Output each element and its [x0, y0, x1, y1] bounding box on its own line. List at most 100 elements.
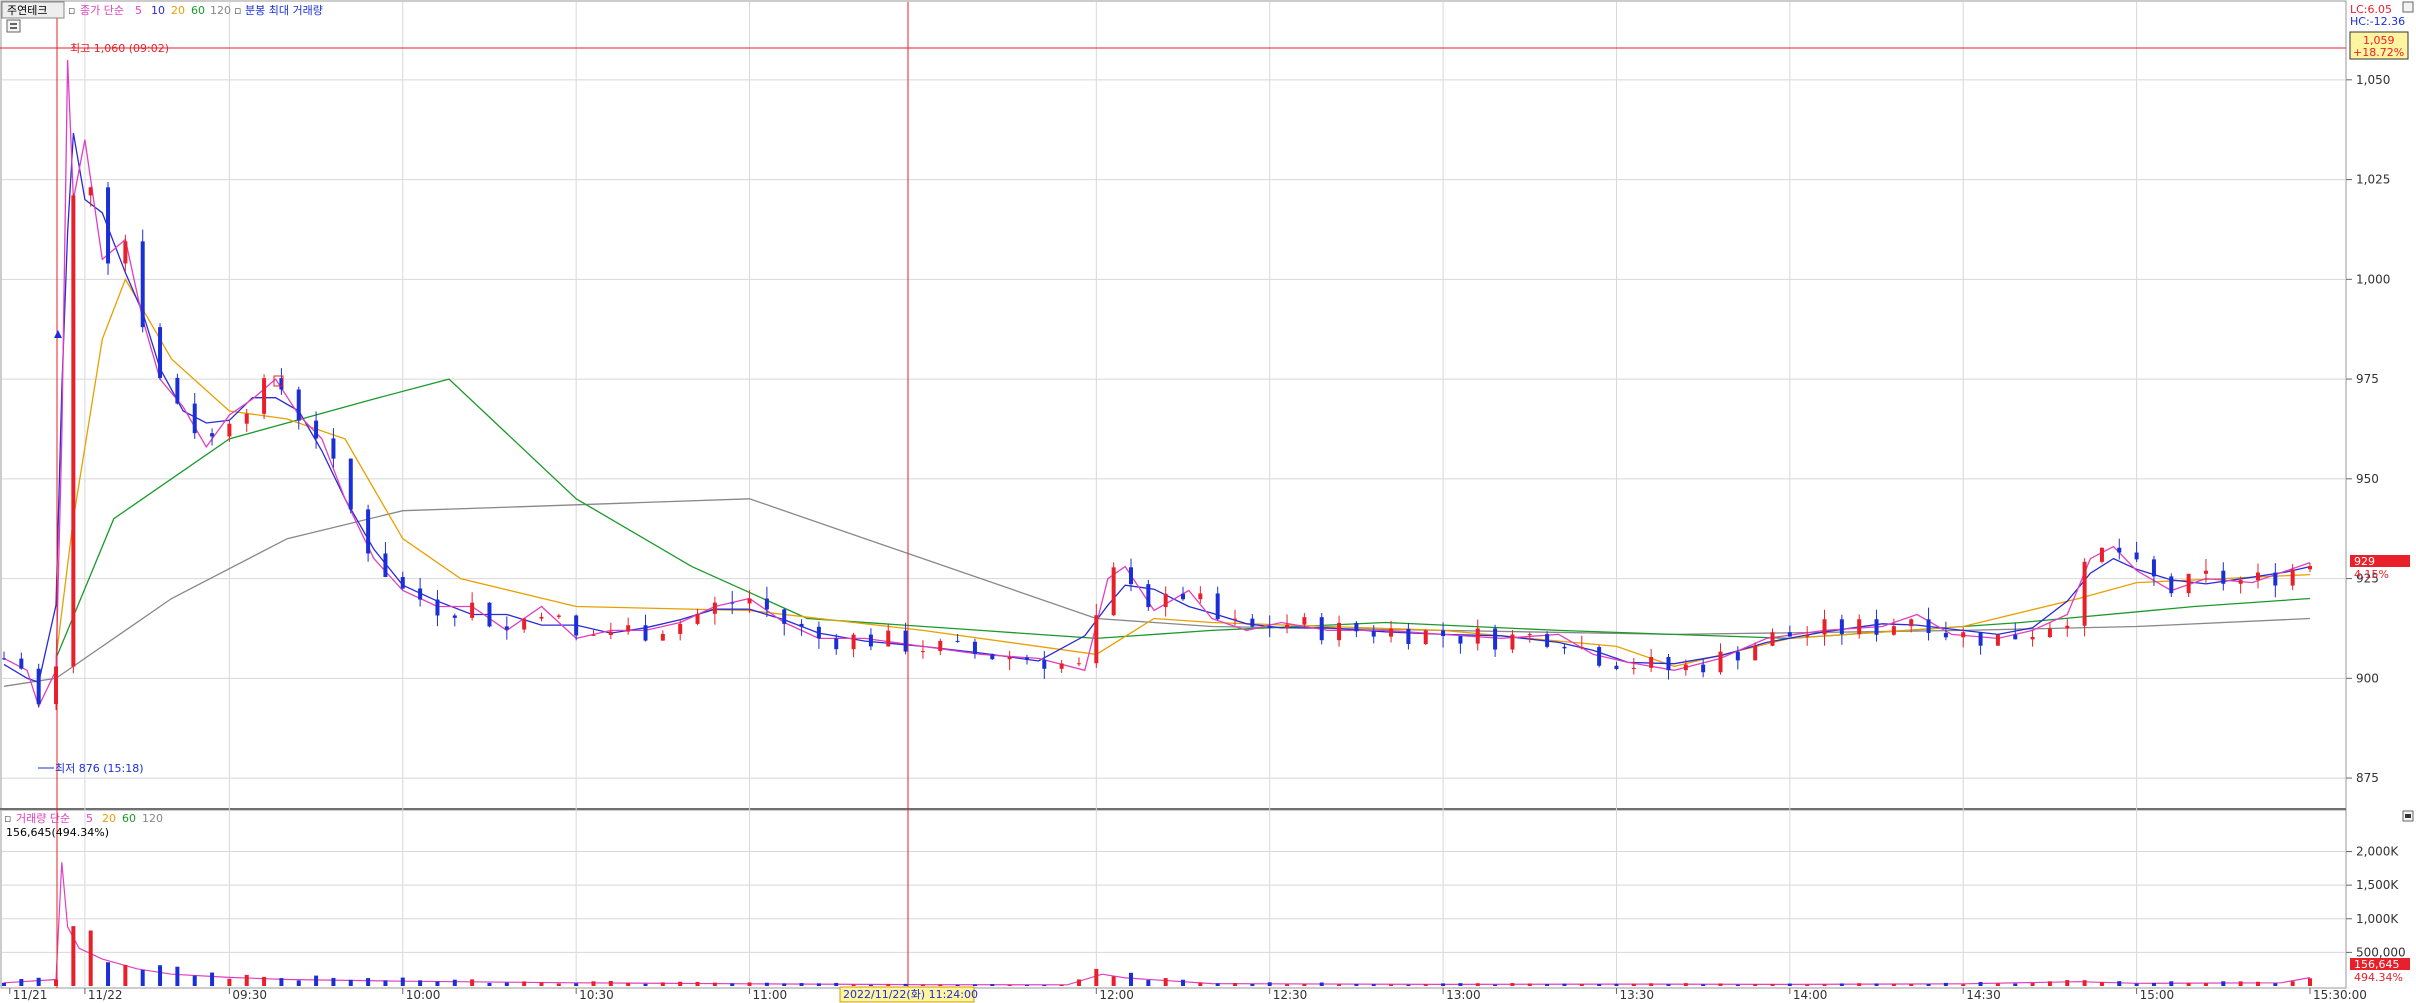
current-price: 929 — [2354, 555, 2375, 568]
candle-body — [938, 640, 943, 652]
volume-bar — [712, 982, 717, 986]
volume-bar — [2169, 981, 2174, 986]
volume-bar — [1423, 984, 1428, 986]
price-tick-label: 950 — [2356, 472, 2379, 486]
volume-bar — [1753, 983, 1758, 986]
candle-body — [1181, 593, 1186, 600]
candle-body — [1978, 632, 1983, 646]
candle-body — [1787, 632, 1792, 637]
volume-bar — [816, 983, 821, 986]
candle-body — [2, 658, 6, 660]
candle-body — [539, 616, 544, 619]
candle-body — [2030, 636, 2035, 640]
candle-body — [1770, 632, 1775, 646]
candle-body — [851, 634, 856, 650]
volume-bar — [2255, 981, 2260, 986]
candle-body — [1111, 567, 1116, 616]
volume-box-value: 156,645 — [2354, 958, 2400, 971]
candle-body — [1683, 664, 1688, 671]
top-box-pct: +18.72% — [2353, 46, 2404, 59]
candle-body — [123, 241, 128, 264]
volume-bar — [348, 979, 353, 986]
volume-ma5-line — [3, 862, 2311, 986]
candle-body — [1406, 628, 1411, 645]
volume-bar — [1545, 984, 1550, 986]
volume-bar — [1181, 979, 1186, 986]
volume-bar — [88, 930, 93, 986]
candle-body — [712, 602, 717, 614]
volume-bar — [1441, 983, 1446, 986]
volume-tick-label: 1,500K — [2356, 878, 2399, 892]
candle-body — [955, 640, 960, 642]
time-tick-label: 15:00 — [2140, 988, 2175, 1002]
candle-body — [695, 613, 700, 624]
price-tick-label: 1,050 — [2356, 73, 2390, 87]
candle-body — [504, 626, 509, 630]
candle-body — [1822, 619, 1827, 635]
volume-bar — [1076, 979, 1081, 986]
volume-bar — [2082, 980, 2087, 986]
high-annotation-text: 최고 1,060 (09:02) — [70, 42, 169, 55]
candle-body — [1891, 626, 1896, 635]
time-tick-label: 11/22 — [88, 988, 123, 1002]
time-tick-label: 09:30 — [232, 988, 267, 1002]
candle-body — [556, 615, 561, 617]
candle-body — [106, 187, 111, 264]
volume-bar — [1891, 983, 1896, 986]
candle-body — [1354, 622, 1359, 632]
price-legend-ma10: 10 — [151, 4, 165, 17]
volume-bar — [1371, 984, 1376, 986]
candle-body — [1007, 657, 1012, 660]
candle-body — [71, 195, 76, 667]
candle-body — [2169, 576, 2174, 594]
candle-body — [1215, 593, 1220, 620]
volume-bar — [955, 984, 960, 986]
price-tick-label: 900 — [2356, 671, 2379, 685]
candle-body — [1701, 664, 1706, 673]
candle-body — [764, 598, 769, 610]
volume-bar — [1562, 983, 1567, 986]
volume-bar — [2047, 981, 2052, 986]
candle-body — [2308, 565, 2312, 570]
time-tick-label: 11:00 — [753, 988, 788, 1002]
candle-body — [730, 602, 735, 604]
candle-body — [972, 641, 977, 654]
candle-body — [574, 615, 579, 636]
candle-body — [1839, 619, 1844, 634]
volume-bar — [504, 982, 509, 986]
volume-bar — [903, 983, 908, 986]
candle-body — [314, 420, 319, 439]
candle-body — [348, 458, 353, 510]
candle-body — [1527, 634, 1532, 636]
volume-bar — [2151, 982, 2156, 986]
time-tick-label: 14:30 — [1966, 988, 2001, 1002]
price-panel-toggle[interactable] — [2402, 1, 2414, 13]
candle-body — [1562, 646, 1567, 649]
candle-body — [36, 668, 41, 705]
candle-body — [626, 625, 631, 632]
volume-bar — [106, 962, 111, 986]
price-tick-label: 875 — [2356, 771, 2379, 785]
volume-bar — [1787, 983, 1792, 986]
svg-text:▫: ▫ — [4, 812, 11, 825]
volume-bar — [1822, 984, 1827, 986]
volume-bar — [2065, 980, 2070, 986]
volume-bar — [522, 981, 527, 986]
volume-bar — [1510, 983, 1515, 986]
volume-bar — [643, 983, 648, 986]
volume-bar — [331, 977, 336, 986]
time-tick-label: 12:30 — [1273, 988, 1308, 1002]
volume-bar — [1909, 984, 1914, 986]
volume-bar — [1198, 982, 1203, 986]
candle-body — [158, 327, 163, 378]
volume-bar — [210, 972, 215, 986]
candle-body — [522, 618, 527, 630]
price-tick-label: 975 — [2356, 372, 2379, 386]
candle-body — [678, 623, 683, 634]
candle-body — [1267, 626, 1272, 629]
candle-body — [262, 378, 267, 414]
chart-settings-button[interactable] — [6, 19, 21, 33]
time-tick-label: 13:30 — [1619, 988, 1654, 1002]
crosshair-time: 2022/11/22(화) 11:24:00 — [843, 988, 978, 1001]
svg-text:▫: ▫ — [234, 4, 241, 17]
